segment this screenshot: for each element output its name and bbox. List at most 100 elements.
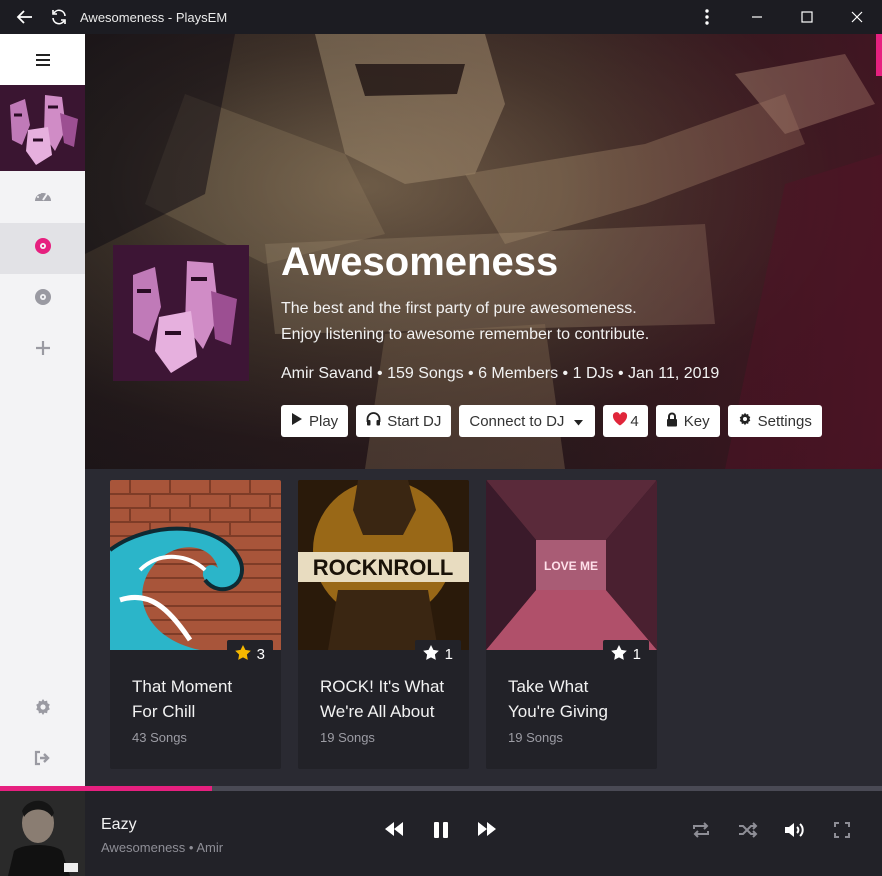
pause-button[interactable] <box>433 822 449 843</box>
party-description-line: The best and the first party of pure awe… <box>281 300 637 317</box>
rating-value: 1 <box>444 645 453 663</box>
key-button-label: Key <box>683 412 710 430</box>
headphones-icon <box>366 412 381 430</box>
vinyl-icon <box>34 288 52 311</box>
lock-icon <box>666 412 678 431</box>
settings-button[interactable]: Settings <box>727 405 822 437</box>
repeat-icon <box>691 822 711 843</box>
track-subtitle: Awesomeness • Amir <box>101 840 224 855</box>
key-button[interactable]: Key <box>655 405 720 437</box>
more-vertical-icon[interactable] <box>682 0 732 34</box>
rating-value: 3 <box>256 645 265 663</box>
close-icon[interactable] <box>832 0 882 34</box>
rewind-icon <box>384 822 404 841</box>
plus-icon <box>35 340 51 361</box>
party-hero-banner: Awesomeness The best and the first party… <box>85 34 882 469</box>
playlist-title-line: For Chill <box>132 702 196 721</box>
playlist-card[interactable]: ROCKNROLL 1 ROCK! It's What We're All Ab… <box>298 480 469 769</box>
sidebar-item-settings[interactable] <box>0 684 85 735</box>
star-icon <box>610 644 627 664</box>
minimize-icon[interactable] <box>732 0 782 34</box>
sidebar-item-add[interactable] <box>0 325 85 376</box>
playlist-title-line: You're Giving <box>508 702 608 721</box>
progress-bar[interactable] <box>0 786 882 791</box>
rating-badge: 1 <box>602 640 649 668</box>
player-bar: Eazy Awesomeness • Amir <box>0 786 882 876</box>
shuffle-button[interactable] <box>738 822 758 843</box>
playlist-cover: LOVE ME <box>486 480 657 650</box>
playlist-song-count: 19 Songs <box>508 730 563 745</box>
speedometer-icon <box>33 187 53 208</box>
party-description: The best and the first party of pure awe… <box>281 296 781 348</box>
heart-icon <box>612 412 628 430</box>
playlist-title-line: ROCK! It's What <box>320 677 445 696</box>
previous-button[interactable] <box>384 822 404 841</box>
sidebar-item-logout[interactable] <box>0 735 85 786</box>
window-title: Awesomeness - PlaysEM <box>80 9 228 25</box>
playlist-title-line: We're All About <box>320 702 435 721</box>
expand-icon <box>834 822 850 843</box>
volume-button[interactable] <box>784 822 806 843</box>
like-count: 4 <box>630 412 639 430</box>
sidebar-item-parties[interactable] <box>0 223 85 274</box>
sign-out-icon <box>34 750 52 771</box>
cover-text: LOVE ME <box>544 559 598 573</box>
playlist-cover <box>110 480 281 650</box>
connect-to-dj-label: Connect to DJ <box>469 412 565 430</box>
playlist-song-count: 19 Songs <box>320 730 375 745</box>
play-button-label: Play <box>309 412 339 430</box>
start-dj-button[interactable]: Start DJ <box>356 405 452 437</box>
volume-icon <box>784 822 806 843</box>
caret-down-icon <box>574 413 584 430</box>
gear-icon <box>738 412 752 430</box>
cover-text: ROCKNROLL <box>313 555 454 580</box>
track-title: Eazy <box>101 816 137 833</box>
start-dj-button-label: Start DJ <box>387 412 442 430</box>
sidebar <box>0 34 85 786</box>
now-playing-cover <box>0 791 85 876</box>
connect-to-dj-dropdown[interactable]: Connect to DJ <box>459 405 596 437</box>
star-icon <box>234 644 251 664</box>
maximize-icon[interactable] <box>782 0 832 34</box>
party-meta: Amir Savand • 159 Songs • 6 Members • 1 … <box>281 365 720 382</box>
sidebar-item-albums[interactable] <box>0 274 85 325</box>
next-button[interactable] <box>477 822 497 841</box>
sidebar-item-dashboard[interactable] <box>0 172 85 223</box>
playlist-title-line: That Moment <box>132 677 233 696</box>
party-cover <box>113 245 249 381</box>
playlist-card[interactable]: 3 That Moment For Chill 43 Songs <box>110 480 281 769</box>
rating-badge: 3 <box>226 640 273 668</box>
rating-badge: 1 <box>414 640 461 668</box>
repeat-button[interactable] <box>691 822 711 843</box>
like-button[interactable]: 4 <box>603 405 648 437</box>
shuffle-icon <box>738 822 758 843</box>
pause-icon <box>433 822 449 843</box>
title-bar: Awesomeness - PlaysEM <box>0 0 882 34</box>
fullscreen-button[interactable] <box>834 822 850 843</box>
party-cover-thumbnail[interactable] <box>0 85 85 171</box>
refresh-icon[interactable] <box>42 0 76 34</box>
hamburger-icon[interactable] <box>0 34 85 85</box>
party-title: Awesomeness <box>281 240 559 284</box>
playlist-grid: 3 That Moment For Chill 43 Songs ROCKNRO… <box>110 480 657 769</box>
settings-button-label: Settings <box>757 412 812 430</box>
playlist-title: Take What You're Giving <box>508 674 648 724</box>
gear-icon <box>34 698 52 721</box>
disc-icon <box>34 237 52 260</box>
playlist-title: ROCK! It's What We're All About <box>320 674 460 724</box>
play-icon <box>291 412 303 430</box>
main-content: Awesomeness The best and the first party… <box>85 34 882 786</box>
rating-value: 1 <box>632 645 641 663</box>
playlist-song-count: 43 Songs <box>132 730 187 745</box>
playlist-title: That Moment For Chill <box>132 674 272 724</box>
playlist-cover: ROCKNROLL <box>298 480 469 650</box>
scrollbar-thumb[interactable] <box>876 34 882 76</box>
back-icon[interactable] <box>8 0 42 34</box>
party-description-line: Enjoy listening to awesome remember to c… <box>281 326 650 343</box>
playlist-card[interactable]: LOVE ME 1 Take What You're Giving 19 Son… <box>486 480 657 769</box>
star-icon <box>422 644 439 664</box>
fast-forward-icon <box>477 822 497 841</box>
playlist-title-line: Take What <box>508 677 589 696</box>
party-actions: Play Start DJ Connect to DJ 4 Key Settin… <box>281 405 822 437</box>
play-button[interactable]: Play <box>281 405 349 437</box>
